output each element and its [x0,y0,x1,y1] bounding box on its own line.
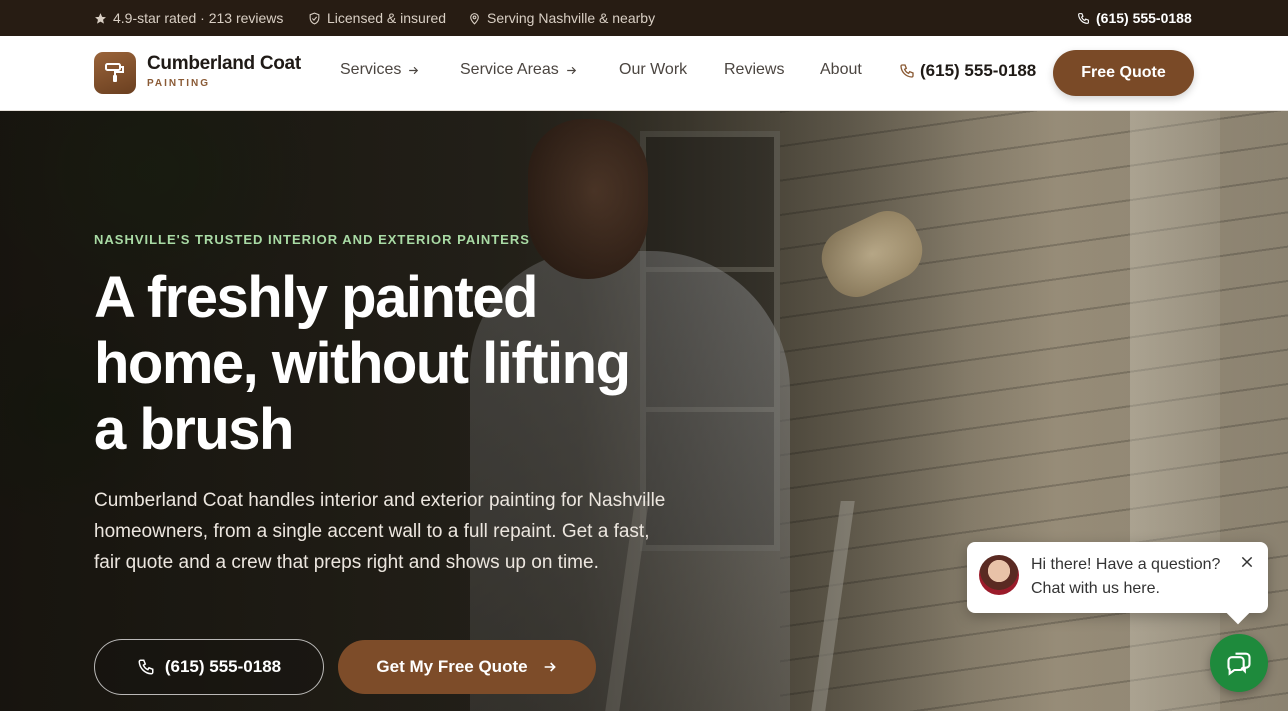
chat-line-1: Hi there! Have a question? [1031,556,1221,573]
chat-popup[interactable]: Hi there! Have a question? Chat with us … [967,542,1268,613]
nav-phone-text: (615) 555-0188 [920,61,1037,80]
nav-reviews[interactable]: Reviews [724,61,784,79]
chat-agent-avatar [979,555,1019,595]
phone-icon [900,64,914,78]
rating-text: 4.9-star rated · 213 reviews [113,10,284,26]
arrow-right-icon [409,66,419,74]
rating-info: 4.9-star rated · 213 reviews [94,0,283,36]
chat-launcher-button[interactable] [1210,634,1268,692]
free-quote-button[interactable]: Free Quote [1053,50,1194,96]
hero-section: NASHVILLE'S TRUSTED INTERIOR AND EXTERIO… [0,111,1288,711]
hero-description: Cumberland Coat handles interior and ext… [94,490,666,573]
nav-service-areas[interactable]: Service Areas [460,61,578,79]
nav-about[interactable]: About [820,61,862,79]
arrow-right-icon [566,66,576,74]
nav-our-work[interactable]: Our Work [619,61,687,79]
hero-call-button[interactable]: (615) 555-0188 [94,639,324,695]
close-icon[interactable] [1239,554,1255,570]
phone-icon [138,659,154,675]
map-pin-icon [470,12,479,25]
main-nav: Cumberland Coat PAINTING Services Servic… [0,36,1288,111]
arrow-right-icon [544,662,556,672]
serving-info: Serving Nashville & nearby [468,0,655,36]
hero-quote-label: Get My Free Quote [376,657,528,676]
chat-line-2: Chat with us here. [1031,580,1160,597]
phone-icon [1078,12,1089,24]
chat-message: Hi there! Have a question? Chat with us … [1031,553,1231,601]
brand-logo[interactable] [94,52,136,94]
topbar-phone-link[interactable]: (615) 555-0188 [1077,0,1192,36]
hero-eyebrow: NASHVILLE'S TRUSTED INTERIOR AND EXTERIO… [94,232,530,247]
chat-bubbles-icon [1227,652,1251,676]
hero-call-label: (615) 555-0188 [164,657,282,676]
top-utility-bar: 4.9-star rated · 213 reviews Licensed & … [0,0,1288,36]
hero-get-quote-button[interactable]: Get My Free Quote [338,640,596,694]
paint-roller-icon [105,63,124,82]
topbar-phone-text: (615) 555-0188 [1096,10,1192,26]
licensed-text: Licensed & insured [327,10,447,26]
shield-check-icon [309,12,320,25]
brand-name[interactable]: Cumberland Coat [147,53,301,75]
nav-phone-link[interactable]: (615) 555-0188 [899,61,1036,81]
licensed-info: Licensed & insured [308,0,446,36]
serving-text: Serving Nashville & nearby [487,10,656,26]
nav-services[interactable]: Services [340,61,420,79]
brand-subtitle: PAINTING [147,78,211,89]
star-icon [95,12,106,24]
nav-services-label: Services [340,61,402,78]
nav-service-areas-label: Service Areas [460,61,559,78]
hero-headline: A freshly painted home, without lifting … [94,265,631,462]
